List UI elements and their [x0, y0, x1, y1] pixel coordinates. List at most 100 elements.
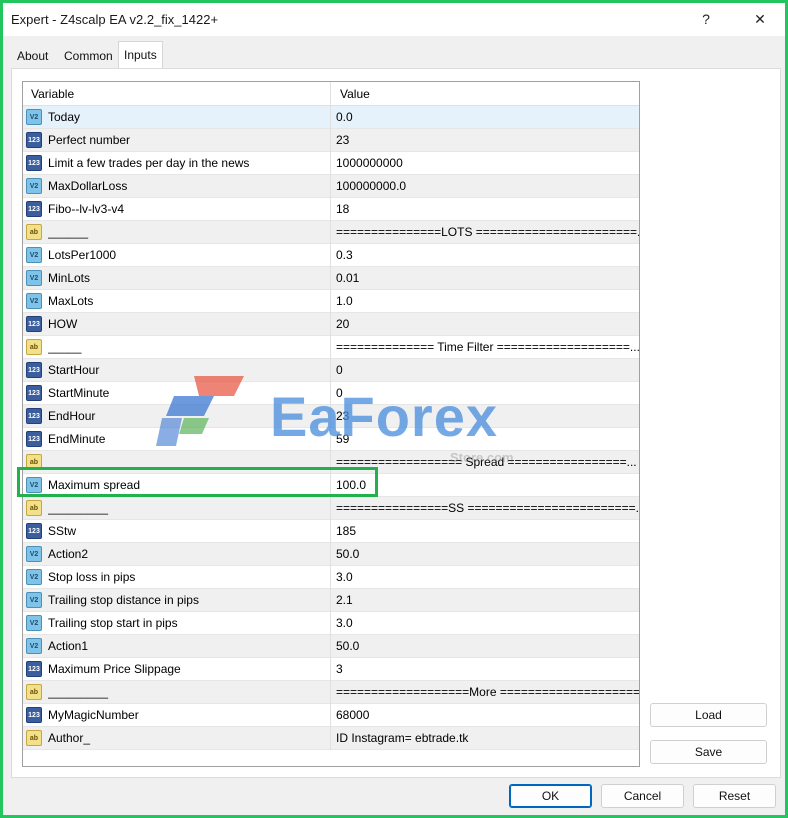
grid-header: Variable Value [23, 82, 639, 106]
variable-value[interactable]: 50.0 [331, 635, 639, 658]
table-row[interactable]: ab _________ ================SS ==========… [23, 497, 639, 520]
variable-value[interactable]: 23 [331, 129, 639, 152]
integer-icon: 123 [26, 431, 42, 447]
table-row[interactable]: ab ______ ===============LOTS ============… [23, 221, 639, 244]
variable-value[interactable]: 59 [331, 428, 639, 451]
string-icon: ab [26, 500, 42, 516]
variable-value[interactable]: 2.1 [331, 589, 639, 612]
double-icon: V2 [26, 615, 42, 631]
variable-name: LotsPer1000 [48, 244, 331, 267]
variable-name: Trailing stop start in pips [48, 612, 331, 635]
inputs-grid[interactable]: Variable Value V2 Today 0.0 123 Perfect numb… [22, 81, 640, 767]
table-row[interactable]: ab Author_ ID Instagram= ebtrade.tk [23, 727, 639, 750]
table-row[interactable]: V2 Trailing stop start in pips 3.0 [23, 612, 639, 635]
variable-name: MinLots [48, 267, 331, 290]
table-row[interactable]: V2 Action1 50.0 [23, 635, 639, 658]
variable-value[interactable]: 50.0 [331, 543, 639, 566]
variable-name: _________ [48, 681, 331, 704]
save-button[interactable]: Save [650, 740, 767, 764]
variable-value[interactable]: ============== Time Filter =============… [331, 336, 639, 359]
load-button[interactable]: Load [650, 703, 767, 727]
table-row[interactable]: V2 Today 0.0 [23, 106, 639, 129]
variable-value[interactable]: 0.3 [331, 244, 639, 267]
cancel-button[interactable]: Cancel [601, 784, 684, 808]
window-title: Expert - Z4scalp EA v2.2_fix_1422+ [11, 12, 219, 27]
variable-value[interactable]: ===================More ================… [331, 681, 639, 704]
variable-value[interactable]: 3.0 [331, 566, 639, 589]
variable-value[interactable]: 18 [331, 198, 639, 221]
double-icon: V2 [26, 247, 42, 263]
variable-name: HOW [48, 313, 331, 336]
variable-value[interactable]: ===============LOTS ====================… [331, 221, 639, 244]
table-row[interactable]: V2 Trailing stop distance in pips 2.1 [23, 589, 639, 612]
variable-name: _________ [48, 497, 331, 520]
variable-value[interactable]: 68000 [331, 704, 639, 727]
variable-value[interactable]: 0 [331, 382, 639, 405]
string-icon: ab [26, 339, 42, 355]
variable-value[interactable]: 1000000000 [331, 152, 639, 175]
double-icon: V2 [26, 109, 42, 125]
variable-value[interactable]: 23 [331, 405, 639, 428]
string-icon: ab [26, 684, 42, 700]
string-icon: ab [26, 224, 42, 240]
variable-value[interactable]: 0.0 [331, 106, 639, 129]
double-icon: V2 [26, 293, 42, 309]
tab-about[interactable]: About [12, 44, 53, 68]
variable-value[interactable]: 185 [331, 520, 639, 543]
reset-button[interactable]: Reset [693, 784, 776, 808]
table-row[interactable]: 123 MyMagicNumber 68000 [23, 704, 639, 727]
variable-name: StartHour [48, 359, 331, 382]
title-bar: Expert - Z4scalp EA v2.2_fix_1422+ ? ✕ [3, 3, 785, 36]
help-button[interactable]: ? [695, 8, 717, 30]
maximum-spread-highlight [17, 467, 378, 497]
integer-icon: 123 [26, 132, 42, 148]
variable-name: Perfect number [48, 129, 331, 152]
table-row[interactable]: V2 MaxDollarLoss 100000000.0 [23, 175, 639, 198]
variable-value[interactable]: 0.01 [331, 267, 639, 290]
table-row[interactable]: ab _____ ============== Time Filter ======… [23, 336, 639, 359]
table-row[interactable]: 123 SStw 185 [23, 520, 639, 543]
table-row[interactable]: 123 StartMinute 0 [23, 382, 639, 405]
variable-name: Stop loss in pips [48, 566, 331, 589]
table-row[interactable]: V2 MinLots 0.01 [23, 267, 639, 290]
table-row[interactable]: 123 Perfect number 23 [23, 129, 639, 152]
variable-value[interactable]: 0 [331, 359, 639, 382]
table-row[interactable]: V2 LotsPer1000 0.3 [23, 244, 639, 267]
variable-name: MyMagicNumber [48, 704, 331, 727]
table-row[interactable]: V2 MaxLots 1.0 [23, 290, 639, 313]
tab-common[interactable]: Common [59, 44, 118, 68]
column-header-value[interactable]: Value [331, 82, 639, 106]
double-icon: V2 [26, 569, 42, 585]
integer-icon: 123 [26, 385, 42, 401]
variable-value[interactable]: ID Instagram= ebtrade.tk [331, 727, 639, 750]
table-row[interactable]: 123 EndHour 23 [23, 405, 639, 428]
variable-name: MaxLots [48, 290, 331, 313]
integer-icon: 123 [26, 316, 42, 332]
integer-icon: 123 [26, 155, 42, 171]
close-button[interactable]: ✕ [749, 8, 771, 30]
tab-inputs[interactable]: Inputs [118, 41, 163, 68]
integer-icon: 123 [26, 201, 42, 217]
column-header-variable[interactable]: Variable [23, 82, 331, 106]
table-row[interactable]: 123 Fibo--lv-lv3-v4 18 [23, 198, 639, 221]
variable-value[interactable]: 1.0 [331, 290, 639, 313]
variable-value[interactable]: ================SS =====================… [331, 497, 639, 520]
table-row[interactable]: 123 StartHour 0 [23, 359, 639, 382]
double-icon: V2 [26, 592, 42, 608]
table-row[interactable]: 123 Maximum Price Slippage 3 [23, 658, 639, 681]
variable-name: Today [48, 106, 331, 129]
variable-value[interactable]: 3.0 [331, 612, 639, 635]
variable-value[interactable]: 20 [331, 313, 639, 336]
variable-name: Action1 [48, 635, 331, 658]
table-row[interactable]: V2 Stop loss in pips 3.0 [23, 566, 639, 589]
table-row[interactable]: V2 Action2 50.0 [23, 543, 639, 566]
table-row[interactable]: 123 HOW 20 [23, 313, 639, 336]
variable-value[interactable]: 100000000.0 [331, 175, 639, 198]
variable-name: _____ [48, 336, 331, 359]
variable-value[interactable]: 3 [331, 658, 639, 681]
variable-name: EndMinute [48, 428, 331, 451]
ok-button[interactable]: OK [509, 784, 592, 808]
table-row[interactable]: 123 Limit a few trades per day in the new… [23, 152, 639, 175]
table-row[interactable]: 123 EndMinute 59 [23, 428, 639, 451]
table-row[interactable]: ab _________ ===================More =====… [23, 681, 639, 704]
